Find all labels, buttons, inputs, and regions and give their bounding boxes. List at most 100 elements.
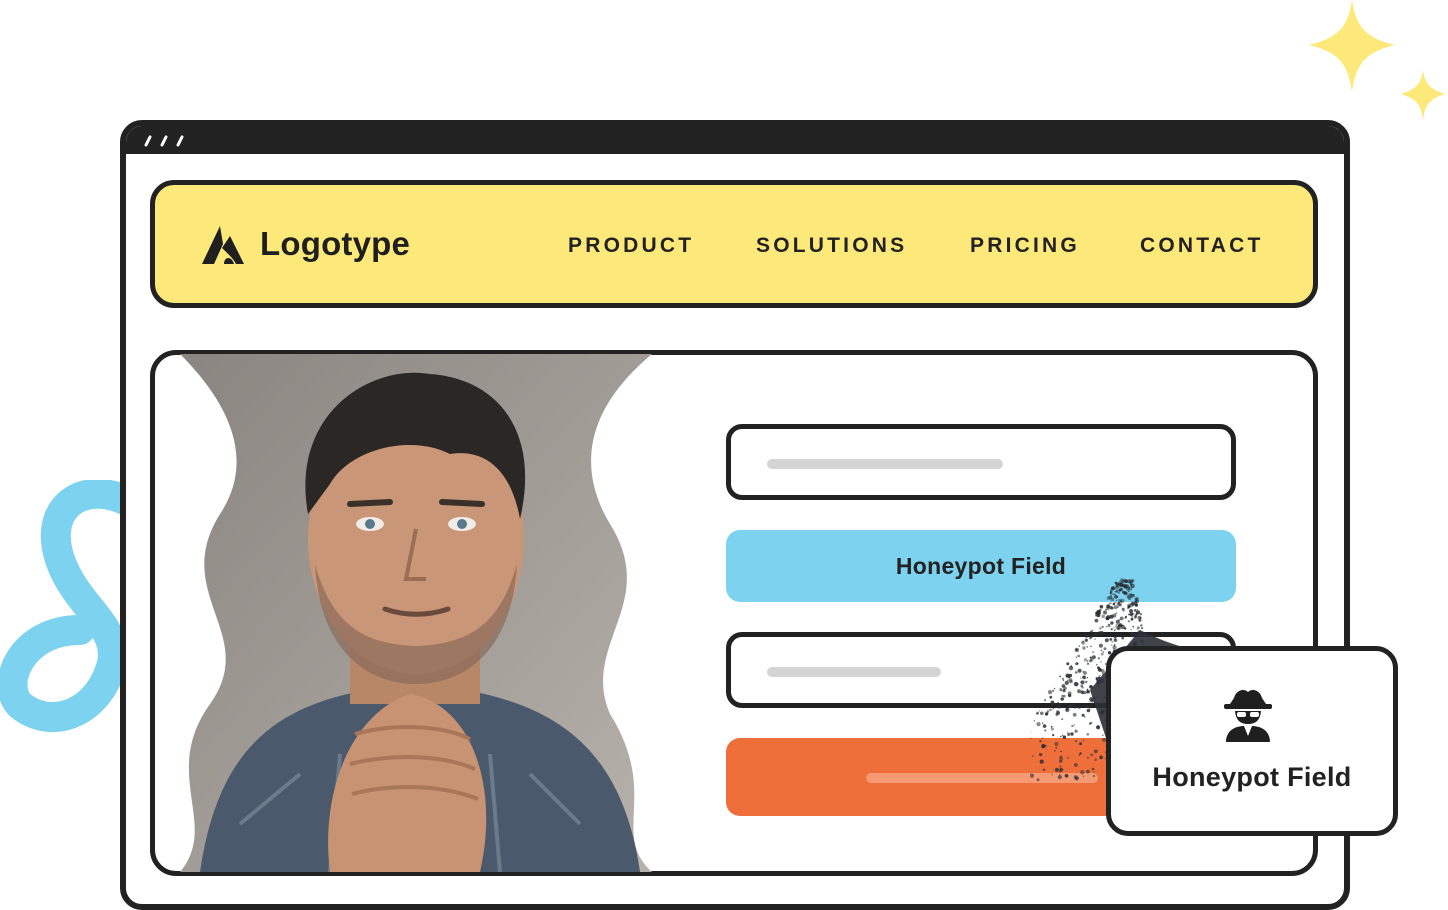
spray-particle	[1077, 668, 1082, 673]
spray-particle	[1092, 655, 1096, 659]
spray-particle	[1136, 628, 1138, 630]
spray-particle	[1074, 763, 1078, 767]
spray-particle	[1110, 602, 1112, 604]
spray-particle	[1074, 729, 1078, 733]
field-placeholder-bar	[767, 667, 941, 677]
spray-particle	[1129, 609, 1133, 613]
spray-particle	[1134, 603, 1138, 606]
spray-particle	[1057, 704, 1062, 709]
spray-particle	[1088, 704, 1092, 709]
spray-particle	[1118, 603, 1122, 607]
form-field-1[interactable]	[726, 424, 1236, 500]
spray-particle	[1061, 694, 1064, 698]
spray-particle	[1106, 616, 1110, 621]
spray-particle	[1101, 614, 1105, 619]
spray-particle	[1050, 700, 1055, 705]
spray-particle	[1105, 608, 1108, 611]
spray-particle	[1136, 609, 1138, 611]
spray-particle	[1039, 739, 1042, 743]
spray-particle	[1109, 638, 1113, 641]
spray-particle	[1115, 582, 1117, 585]
spray-particle	[1078, 754, 1081, 756]
spray-particle	[1033, 720, 1036, 722]
spray-particle	[1122, 590, 1126, 595]
spray-particle	[1124, 616, 1127, 619]
spray-particle	[1090, 753, 1094, 757]
squiggle-decoration	[0, 480, 125, 732]
spray-particle	[1112, 613, 1117, 618]
spray-particle	[1086, 733, 1090, 736]
spray-particle	[1093, 632, 1098, 637]
spray-particle	[1094, 758, 1097, 761]
spray-particle	[1064, 774, 1069, 778]
spray-particle	[1050, 727, 1054, 731]
spray-particle	[1092, 651, 1095, 654]
spray-particle	[1099, 627, 1102, 630]
spray-particle	[1086, 689, 1090, 694]
spray-particle	[1053, 687, 1056, 690]
spray-particle	[1134, 609, 1137, 611]
spray-particle	[1103, 647, 1107, 651]
spray-particle	[1040, 711, 1044, 716]
spray-particle	[1052, 689, 1055, 692]
spray-particle	[1067, 679, 1069, 681]
spray-particle	[1096, 725, 1101, 730]
spray-particle	[1049, 695, 1053, 699]
spray-particle	[1117, 591, 1120, 594]
spray-particle	[1086, 769, 1090, 774]
spray-particle	[1060, 697, 1063, 700]
spray-particle	[1102, 734, 1104, 736]
nav-item-solutions[interactable]: SOLUTIONS	[756, 234, 907, 258]
spray-particle	[1065, 707, 1069, 711]
spray-particle	[1039, 753, 1043, 757]
spray-particle	[1140, 624, 1143, 627]
spray-particle	[1093, 749, 1098, 754]
spray-particle	[1124, 584, 1129, 589]
spray-particle	[1070, 665, 1073, 667]
spray-particle	[1115, 599, 1117, 601]
spray-particle	[1130, 617, 1134, 621]
spray-particle	[1118, 589, 1121, 592]
spray-particle	[1074, 647, 1079, 653]
spray-particle	[1127, 631, 1130, 634]
spray-particle	[1089, 630, 1093, 633]
nav-item-contact[interactable]: CONTACT	[1140, 234, 1264, 258]
spray-particle	[1120, 598, 1125, 603]
spray-particle	[1134, 614, 1138, 617]
spray-particle	[1068, 673, 1073, 678]
spray-particle	[1067, 732, 1071, 736]
spray-particle	[1134, 600, 1137, 604]
spray-particle	[1141, 627, 1144, 630]
spray-particle	[1090, 645, 1092, 648]
spray-particle	[1109, 590, 1113, 594]
spray-particle	[1094, 638, 1096, 640]
nav-item-pricing[interactable]: PRICING	[970, 234, 1080, 258]
spray-particle	[1081, 713, 1085, 717]
spray-particle	[1030, 737, 1031, 740]
spray-particle	[1130, 628, 1132, 631]
spray-particle	[1083, 659, 1086, 662]
spray-particle	[1030, 773, 1034, 778]
spray-particle	[1070, 732, 1074, 736]
spray-particle	[1062, 679, 1065, 682]
spray-particle	[1085, 680, 1088, 684]
spray-particle	[1056, 711, 1061, 715]
spray-particle	[1078, 645, 1080, 647]
nav-item-product[interactable]: PRODUCT	[568, 234, 694, 258]
spray-particle	[1081, 641, 1083, 644]
spray-particle	[1100, 652, 1104, 656]
spray-particle	[1073, 775, 1078, 779]
spray-particle	[1075, 740, 1077, 742]
logo-text[interactable]: Logotype	[260, 225, 410, 263]
callout-label: Honeypot Field	[1152, 762, 1352, 792]
spray-particle	[1113, 635, 1117, 639]
spray-particle	[1044, 729, 1047, 732]
spray-particle	[1105, 625, 1108, 628]
spray-particle	[1089, 701, 1091, 703]
spray-particle	[1098, 643, 1103, 648]
spray-particle	[1039, 759, 1044, 764]
spray-particle	[1128, 605, 1130, 607]
spray-particle	[1110, 586, 1116, 591]
spray-particle	[1079, 742, 1083, 746]
spray-particle	[1102, 651, 1104, 653]
